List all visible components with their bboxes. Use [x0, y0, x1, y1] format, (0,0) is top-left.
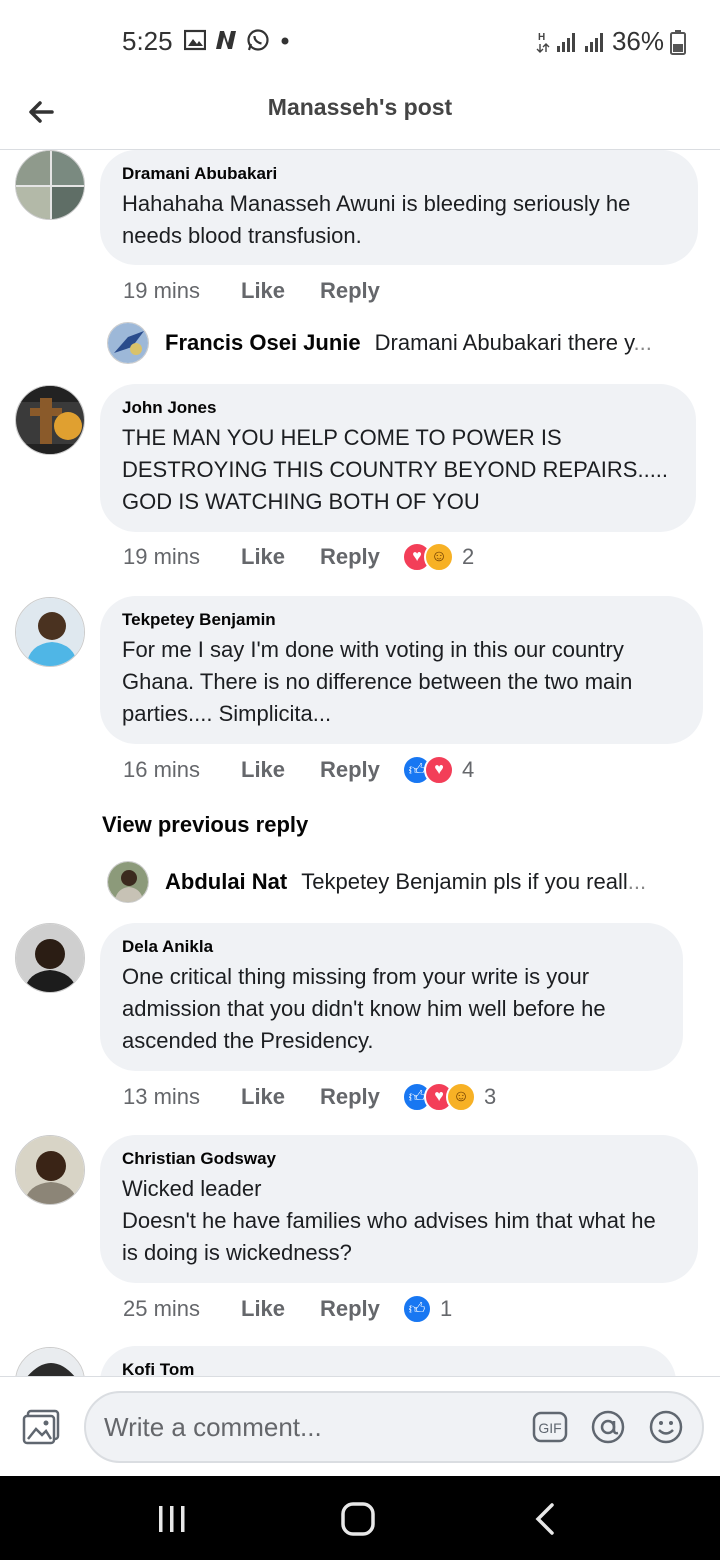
comment-text: THE MAN YOU HELP COME TO POWER IS DESTRO… [122, 425, 669, 514]
reply-button[interactable]: Reply [320, 757, 402, 783]
reply-button[interactable]: Reply [320, 278, 402, 304]
comment-bubble[interactable]: Dramani Abubakari Hahahaha Manasseh Awun… [100, 150, 698, 265]
reaction-summary[interactable]: ♥ ☺ 2 [402, 542, 474, 572]
news-icon [216, 31, 236, 49]
gif-label: GIF [538, 1420, 561, 1436]
reply-text: Tekpetey Benjamin pls if you reall... [301, 869, 647, 894]
reaction-summary[interactable]: 👍︎ ♥ 4 [402, 755, 474, 785]
status-bar: 5:25 H 36% [0, 0, 720, 80]
like-button[interactable]: Like [241, 1084, 320, 1110]
whatsapp-icon [247, 29, 269, 51]
avatar[interactable] [15, 1135, 85, 1205]
comment-time[interactable]: 13 mins [123, 1084, 241, 1110]
comment-actions: 25 mins Like Reply 👍︎ 1 [123, 1294, 452, 1324]
like-button[interactable]: Like [241, 757, 320, 783]
emoji-icon[interactable] [648, 1409, 684, 1445]
back-icon[interactable] [534, 1502, 556, 1536]
notification-icons [184, 28, 292, 52]
gallery-icon [184, 29, 206, 51]
reply-author[interactable]: Francis Osei Junie [165, 330, 361, 356]
comment-text: Hahahaha Manasseh Awuni is bleeding seri… [122, 191, 631, 248]
view-previous-reply-link[interactable]: View previous reply [102, 812, 308, 838]
reply-button[interactable]: Reply [320, 544, 402, 570]
gif-icon[interactable]: GIF [532, 1409, 568, 1445]
comment-time[interactable]: 16 mins [123, 757, 241, 783]
reaction-count: 3 [484, 1084, 497, 1109]
like-button[interactable]: Like [241, 544, 320, 570]
love-reaction-icon: ♥ [424, 755, 454, 785]
comment-composer: Write a comment... GIF [0, 1376, 720, 1476]
post-header: Manasseh's post [0, 80, 720, 150]
comment-author[interactable]: John Jones [122, 398, 674, 418]
like-button[interactable]: Like [241, 1296, 320, 1322]
reaction-count: 2 [462, 544, 475, 569]
avatar[interactable] [107, 861, 149, 903]
comment-time[interactable]: 19 mins [123, 544, 241, 570]
comment-placeholder: Write a comment... [104, 1412, 322, 1442]
svg-text:H: H [538, 32, 545, 43]
reaction-count: 1 [440, 1296, 453, 1321]
recent-apps-icon[interactable] [156, 1504, 188, 1534]
comment-actions: 19 mins Like Reply [123, 278, 402, 304]
reply-button[interactable]: Reply [320, 1084, 402, 1110]
avatar[interactable] [15, 923, 85, 993]
comment-time[interactable]: 25 mins [123, 1296, 241, 1322]
mention-icon[interactable] [590, 1409, 626, 1445]
comment-bubble[interactable]: Kofi Tom [100, 1346, 676, 1376]
reply-author[interactable]: Abdulai Nat [165, 869, 287, 895]
reaction-summary[interactable]: 👍︎ 1 [402, 1294, 452, 1324]
dot-icon [281, 37, 289, 45]
comment-text: For me I say I'm done with voting in thi… [122, 637, 633, 726]
comment-author[interactable]: Christian Godsway [122, 1149, 676, 1169]
signal-icon [556, 32, 575, 52]
home-icon[interactable] [341, 1502, 375, 1536]
comment-actions: 16 mins Like Reply 👍︎ ♥ 4 [123, 755, 474, 785]
comment-time[interactable]: 19 mins [123, 278, 241, 304]
comment-input[interactable]: Write a comment... GIF [84, 1391, 704, 1463]
comment-author[interactable]: Kofi Tom [122, 1360, 654, 1376]
system-navigation-bar [0, 1476, 720, 1560]
comment-actions: 13 mins Like Reply 👍︎ ♥ ☺ 3 [123, 1082, 496, 1112]
signal-icon-2 [584, 32, 603, 52]
battery-percent: 36% [611, 26, 664, 56]
page-title: Manasseh's post [267, 94, 453, 120]
avatar[interactable] [15, 150, 85, 220]
comment-bubble[interactable]: Christian Godsway Wicked leader Doesn't … [100, 1135, 698, 1283]
like-button[interactable]: Like [241, 278, 320, 304]
system-icons: H 36% [536, 26, 686, 57]
like-reaction-icon: 👍︎ [402, 1294, 432, 1324]
avatar[interactable] [15, 385, 85, 455]
reaction-summary[interactable]: 👍︎ ♥ ☺ 3 [402, 1082, 496, 1112]
comment-text: Wicked leader Doesn't he have families w… [122, 1176, 656, 1265]
comments-feed[interactable]: Dramani Abubakari Hahahaha Manasseh Awun… [0, 150, 720, 1376]
reply-preview[interactable]: Francis Osei Junie Dramani Abubakari the… [107, 322, 652, 364]
avatar[interactable] [15, 1347, 85, 1376]
reply-preview[interactable]: Abdulai Nat Tekpetey Benjamin pls if you… [107, 861, 646, 903]
reply-button[interactable]: Reply [320, 1296, 402, 1322]
comment-bubble[interactable]: John Jones THE MAN YOU HELP COME TO POWE… [100, 384, 696, 532]
battery-icon [670, 29, 686, 55]
comment-author[interactable]: Tekpetey Benjamin [122, 610, 681, 630]
comment-author[interactable]: Dramani Abubakari [122, 164, 676, 184]
comment-actions: 19 mins Like Reply ♥ ☺ 2 [123, 542, 474, 572]
comment-text: One critical thing missing from your wri… [122, 964, 606, 1053]
reply-text: Dramani Abubakari there y... [374, 330, 652, 355]
comment-bubble[interactable]: Dela Anikla One critical thing missing f… [100, 923, 683, 1071]
comment-bubble[interactable]: Tekpetey Benjamin For me I say I'm done … [100, 596, 703, 744]
avatar[interactable] [107, 322, 149, 364]
reaction-count: 4 [462, 757, 475, 782]
avatar[interactable] [15, 597, 85, 667]
hplus-icon: H [536, 32, 550, 53]
photo-icon[interactable] [22, 1409, 60, 1445]
haha-reaction-icon: ☺ [446, 1082, 476, 1112]
status-time: 5:25 [122, 26, 173, 56]
haha-reaction-icon: ☺ [424, 542, 454, 572]
comment-author[interactable]: Dela Anikla [122, 937, 661, 957]
